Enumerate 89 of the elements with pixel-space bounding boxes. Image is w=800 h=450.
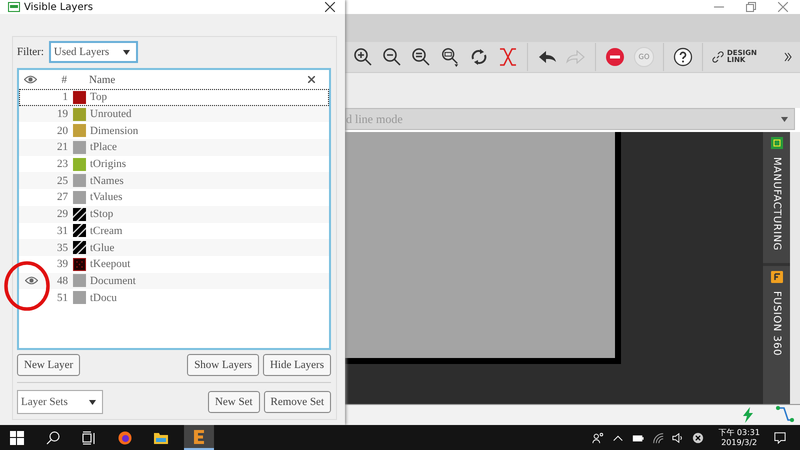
layer-name: Dimension (89, 124, 140, 137)
set-button[interactable]: New Set (208, 391, 260, 413)
layer-number: 35 (56, 242, 69, 254)
refresh-icon[interactable] (469, 47, 489, 67)
layer-row[interactable]: 19 Unrouted (19, 106, 329, 122)
layer-number: 25 (56, 174, 69, 187)
eye-icon[interactable] (24, 75, 36, 84)
filter-label: Filter: (17, 46, 44, 58)
zoom-in-icon[interactable] (353, 47, 373, 67)
layer-name: tStop (89, 208, 114, 220)
caret-icon (781, 116, 788, 122)
layer-number: 19 (56, 108, 69, 120)
column-header[interactable]: # (41, 74, 69, 86)
layer-number: 51 (56, 292, 69, 304)
task-view-icon[interactable] (82, 430, 96, 444)
dialog-title: Visible Layers (24, 2, 93, 12)
layer-number: 1 (62, 91, 69, 104)
layer-row[interactable]: 48 Document (19, 272, 329, 290)
layer-name: tCream (89, 224, 124, 237)
layer-row[interactable]: 51 tDocu (19, 289, 329, 306)
more-icon[interactable] (784, 52, 792, 62)
ripup-icon[interactable] (498, 47, 518, 67)
route-icon[interactable] (776, 406, 794, 424)
layer-number: 23 (56, 158, 69, 170)
zoom-out-icon[interactable] (382, 47, 402, 67)
windows-start-icon[interactable] (10, 430, 24, 444)
lightning-icon[interactable] (740, 407, 756, 423)
set-button[interactable]: Remove Set (264, 391, 331, 413)
layer-row[interactable]: 29 tStop (19, 206, 329, 222)
layer-number: 29 (56, 208, 69, 220)
people-icon[interactable] (592, 432, 604, 444)
speaker-icon[interactable] (672, 432, 684, 444)
layer-name: tPlace (89, 141, 118, 154)
filter-dropdown[interactable]: Used Layers (48, 41, 138, 63)
folder-icon[interactable] (154, 430, 168, 444)
taskbar-app-button[interactable] (184, 425, 214, 450)
scrollbar[interactable] (790, 132, 800, 404)
layer-number: 48 (56, 274, 69, 287)
circle-annotation (3, 260, 51, 312)
layer-row[interactable]: 21 tPlace (19, 139, 329, 156)
layer-name: Document (89, 274, 137, 287)
notification-icon[interactable] (774, 432, 786, 444)
column-header[interactable]: Name (87, 74, 308, 86)
link-icon (712, 51, 724, 63)
time-text: 下午 03:31 (718, 428, 760, 438)
caret-icon (122, 50, 130, 54)
layer-number: 20 (56, 124, 69, 137)
layer-name: Top (89, 91, 108, 104)
layer-name: Unrouted (89, 108, 133, 120)
layer-name: tOrigins (89, 158, 128, 170)
date-text: 2019/3/2 (721, 438, 758, 448)
restore-icon[interactable] (746, 2, 756, 12)
layer-name: tDocu (89, 292, 118, 304)
layer-row[interactable]: 27 tValues (19, 189, 329, 206)
layer-row[interactable]: 39 tKeepout (19, 256, 329, 273)
eagle-icon (193, 428, 205, 444)
layer-row[interactable]: 20 Dimension (19, 122, 329, 140)
stop-icon[interactable] (605, 47, 625, 67)
clock[interactable]: 下午 03:31 2019/3/2 (718, 428, 760, 448)
close-icon[interactable] (325, 2, 335, 12)
layer-button[interactable]: Hide Layers (262, 354, 331, 376)
side-panel-tab[interactable]: MANUFACTURING (763, 132, 790, 263)
zoom-fit-icon[interactable] (411, 47, 431, 67)
layer-row[interactable]: 25 tNames (19, 172, 329, 190)
layer-name: tKeepout (89, 258, 132, 270)
layer-sets-dropdown[interactable]: Layer Sets (17, 390, 103, 414)
layer-number: 21 (56, 141, 69, 154)
error-icon[interactable] (692, 432, 704, 444)
eye-icon[interactable] (24, 276, 38, 286)
help-icon[interactable] (673, 47, 693, 67)
layer-row[interactable]: 35 tGlue (19, 239, 329, 256)
layer-name: tGlue (89, 242, 116, 254)
zoom-window-icon[interactable] (440, 47, 460, 67)
new-layer-button[interactable]: New Layer (17, 354, 80, 376)
layer-number: 39 (56, 258, 69, 270)
layer-number: 31 (56, 224, 69, 237)
layer-name: tNames (89, 174, 125, 187)
wifi-icon[interactable] (652, 432, 664, 444)
layer-button[interactable]: Show Layers (187, 354, 259, 376)
close-icon[interactable] (308, 76, 315, 83)
layer-row[interactable]: 31 tCream (19, 222, 329, 240)
search-icon[interactable] (46, 430, 60, 444)
layer-row[interactable]: 23 tOrigins (19, 156, 329, 172)
layer-name: tValues (89, 191, 124, 204)
side-panel-tab[interactable]: FUSION 360 (763, 266, 790, 404)
fusion-icon (770, 271, 782, 283)
firefox-icon[interactable] (118, 430, 132, 444)
layer-number: 27 (56, 191, 69, 204)
chip-icon (770, 137, 782, 149)
